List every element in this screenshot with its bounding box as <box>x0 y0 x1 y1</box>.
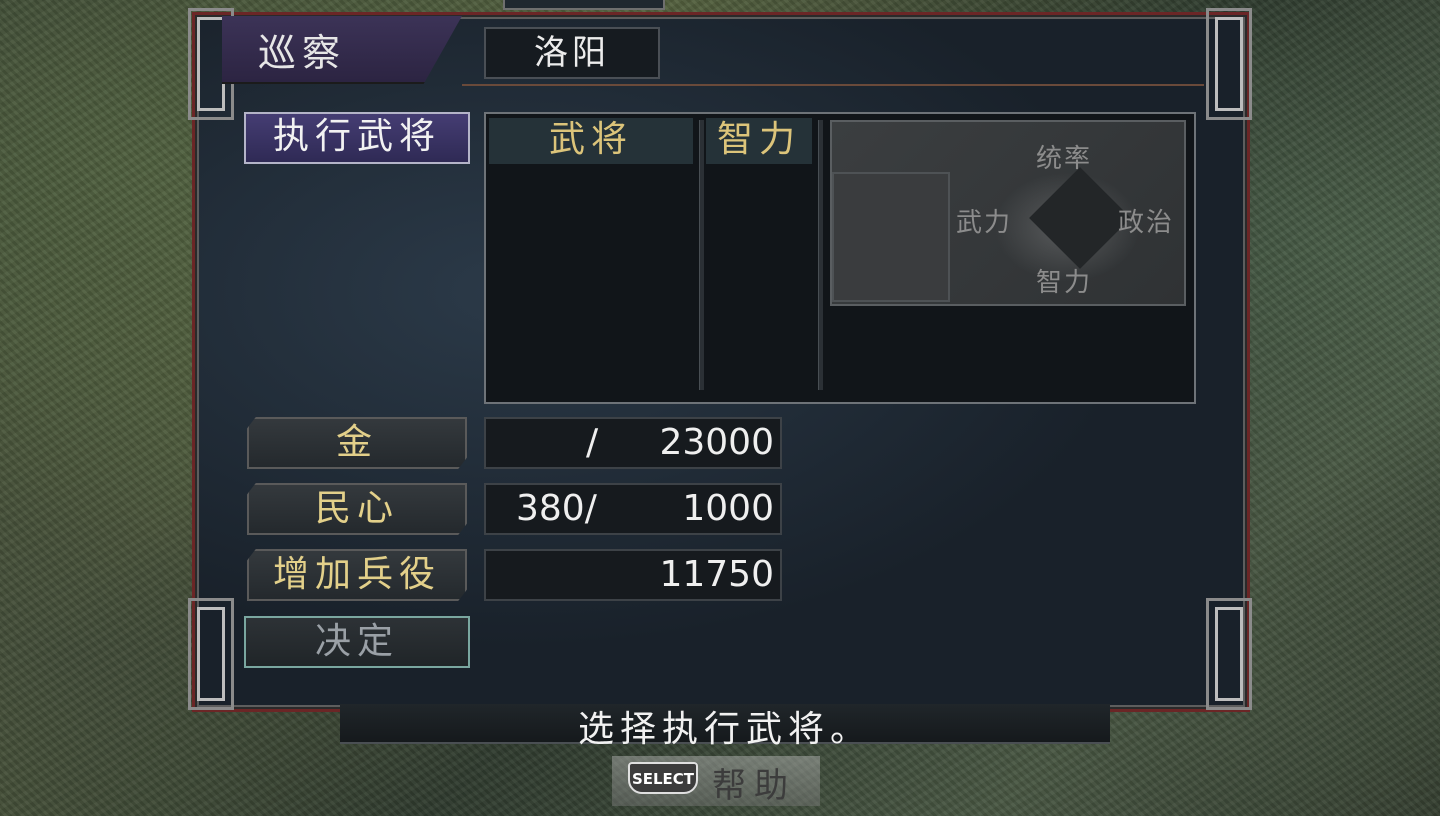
header-divider <box>462 84 1204 86</box>
exec-general-button[interactable]: 执行武将 <box>244 112 470 164</box>
radar-label-intelligence: 智力 <box>1036 268 1093 298</box>
command-title: 巡察 <box>258 31 347 75</box>
top-panel-edge <box>503 0 665 10</box>
radar-label-command: 统率 <box>1036 144 1093 174</box>
heart-current: 380/ <box>516 488 597 529</box>
column-header-general[interactable]: 武将 <box>489 118 693 164</box>
troop-increase-value: 11750 <box>484 549 782 601</box>
radar-label-politics: 政治 <box>1118 208 1175 238</box>
column-divider <box>699 120 704 390</box>
gold-label: 金 <box>247 417 467 469</box>
column-header-intelligence[interactable]: 智力 <box>706 118 812 164</box>
corner-ornament <box>1206 598 1252 710</box>
column-divider <box>818 120 823 390</box>
public-heart-value: 380/ 1000 <box>484 483 782 535</box>
gold-max: 23000 <box>659 422 774 463</box>
corner-ornament <box>188 598 234 710</box>
corner-ornament <box>1206 8 1252 120</box>
city-name: 洛阳 <box>484 27 660 79</box>
heart-max: 1000 <box>682 488 774 529</box>
troops-value: 11750 <box>659 554 774 595</box>
decide-button[interactable]: 决定 <box>244 616 470 668</box>
help-label[interactable]: 帮助 <box>712 758 796 807</box>
gold-slash: / <box>586 422 599 463</box>
help-message: 选择执行武将。 <box>577 709 872 750</box>
troop-increase-label: 增加兵役 <box>247 549 467 601</box>
select-button-icon[interactable]: SELECT <box>628 762 698 794</box>
general-portrait <box>832 172 950 302</box>
radar-label-war: 武力 <box>956 208 1013 238</box>
gold-value: / 23000 <box>484 417 782 469</box>
public-heart-label: 民心 <box>247 483 467 535</box>
